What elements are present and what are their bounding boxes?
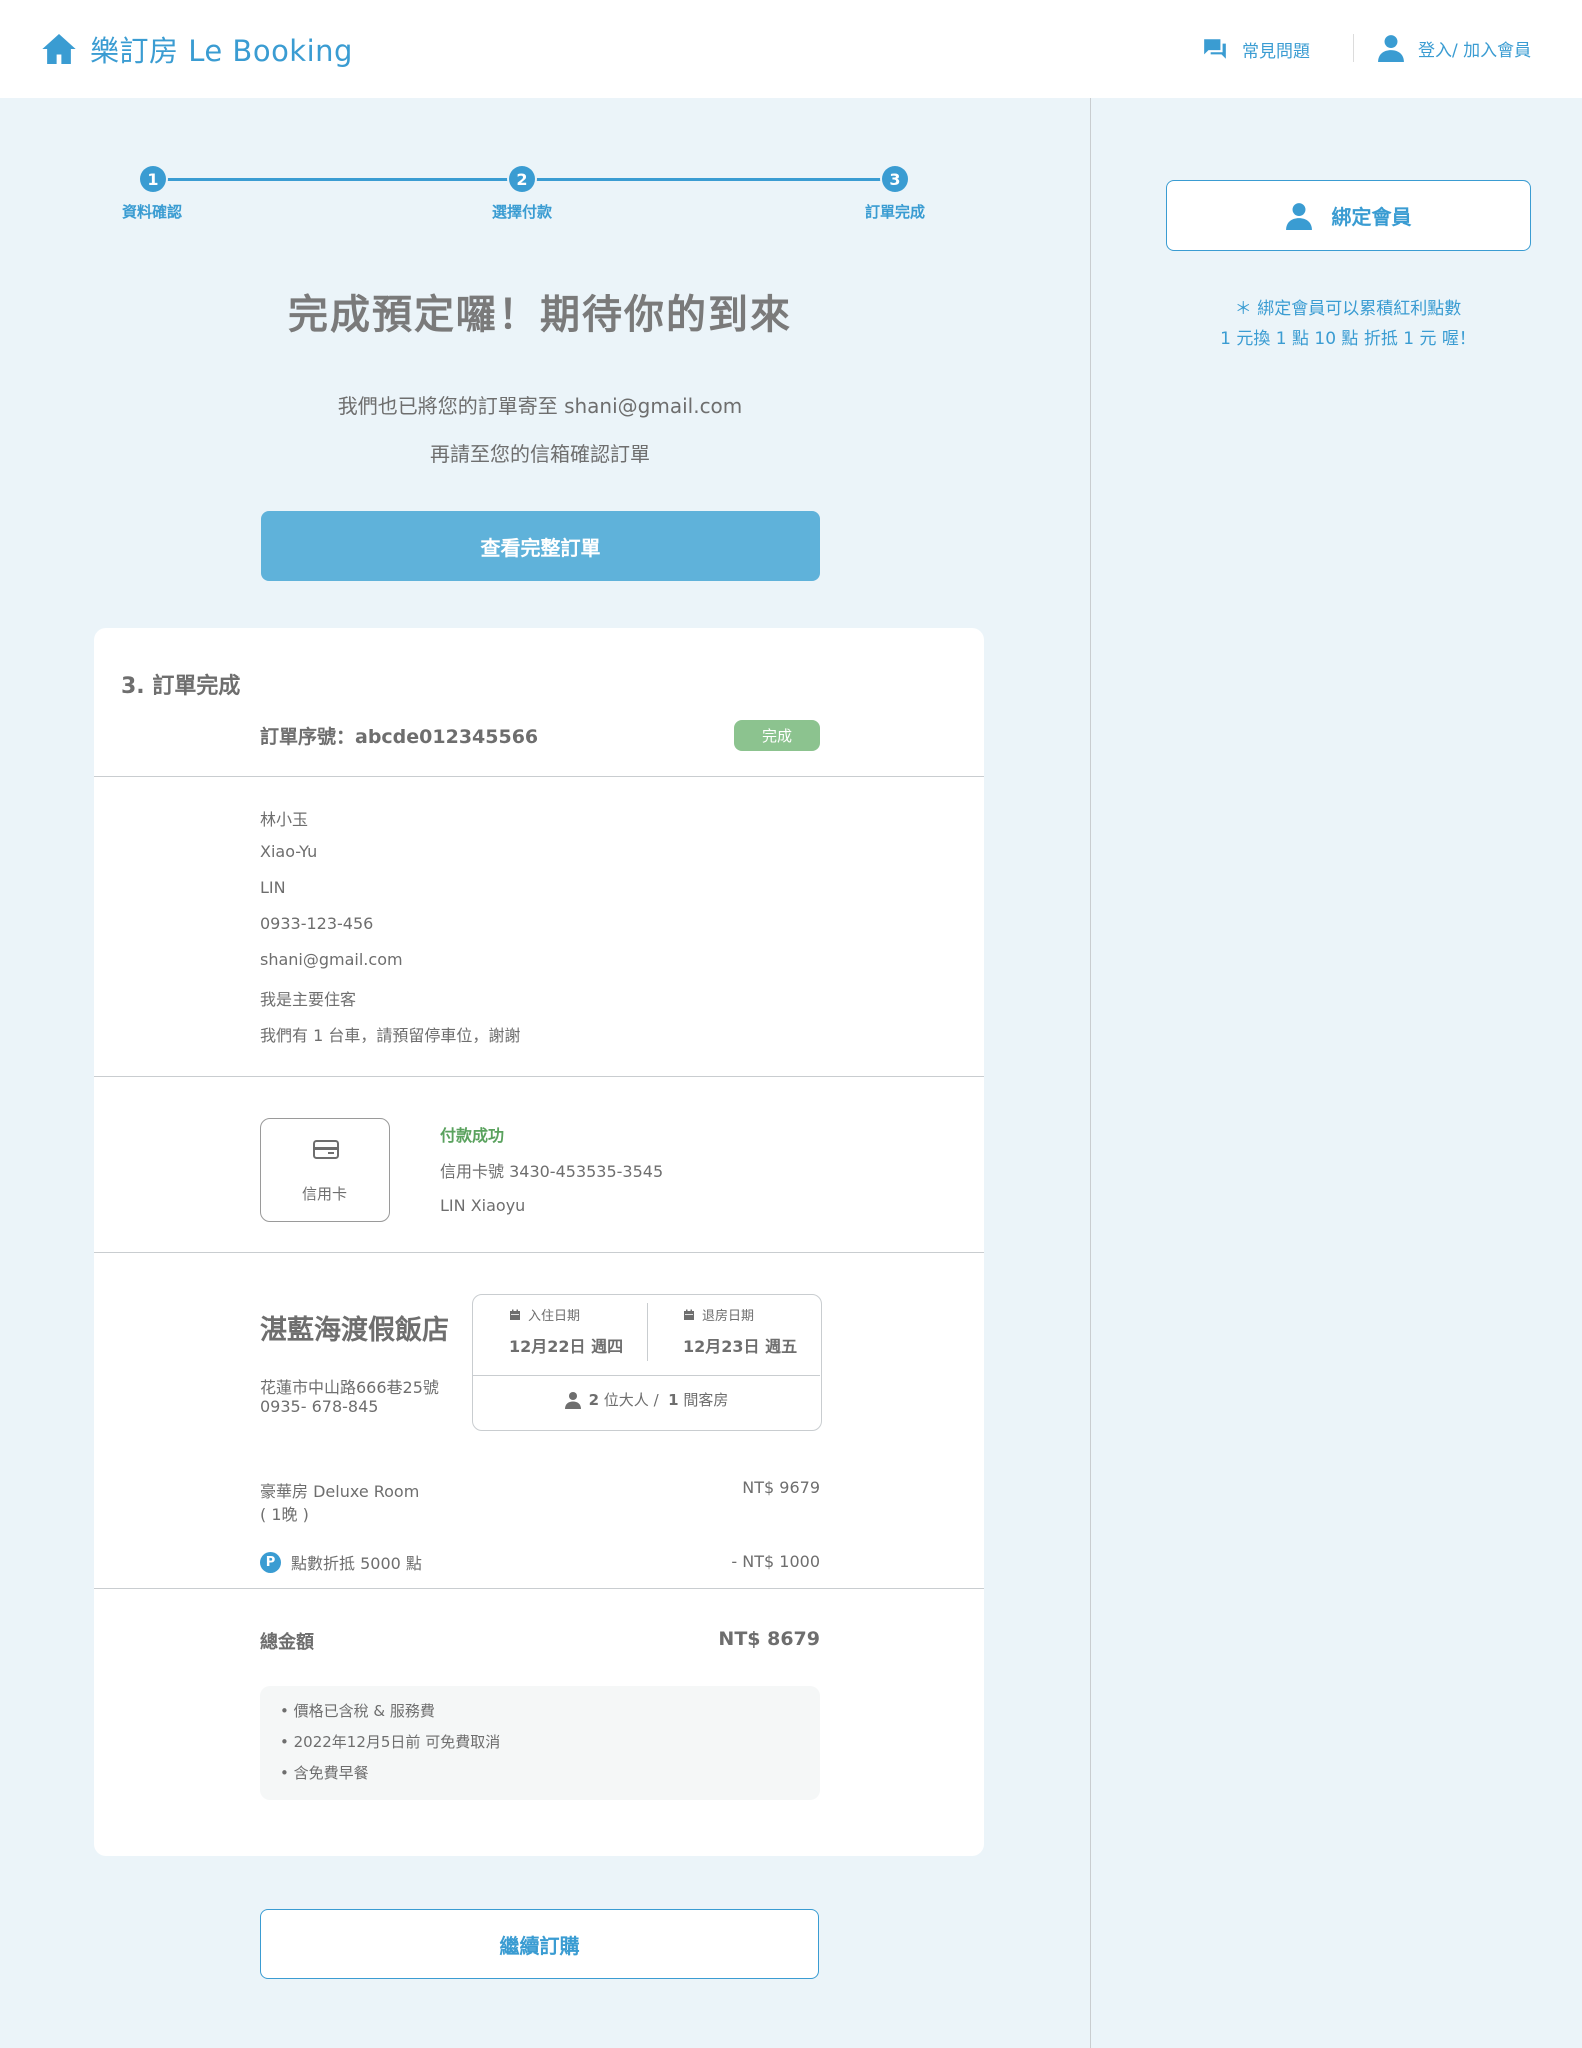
- step-2-label: 選擇付款: [491, 203, 552, 221]
- payment-status: 付款成功: [440, 1126, 505, 1145]
- step-1-dot: 1: [140, 166, 166, 192]
- faq-link[interactable]: 常見問題: [1202, 36, 1310, 62]
- divider: [473, 1375, 820, 1376]
- policy-notes: • 價格已含稅 & 服務費 • 2022年12月5日前 可免費取消 • 含免費早…: [260, 1686, 820, 1800]
- status-badge: 完成: [734, 720, 820, 751]
- user-icon: [1285, 202, 1312, 230]
- guest-phone: 0933-123-456: [260, 914, 374, 933]
- total-label: 總金額: [260, 1632, 314, 1653]
- user-icon: [1378, 35, 1404, 62]
- guest-email: shani@gmail.com: [260, 950, 403, 969]
- hotel-address: 花蓮市中山路666巷25號: [260, 1378, 439, 1397]
- room-nights: ( 1晚 ): [260, 1505, 309, 1524]
- divider: [94, 1588, 984, 1589]
- points-discount: P 點數折抵 5000 點: [260, 1550, 422, 1574]
- bind-member-note: ＊ 綁定會員可以累積紅利點數: [1234, 299, 1462, 319]
- hotel-phone: 0935- 678-845: [260, 1397, 379, 1416]
- guest-note: 我們有 1 台車，請預留停車位，謝謝: [260, 1026, 521, 1045]
- guest-role: 我是主要住客: [260, 990, 357, 1009]
- column-divider: [1090, 98, 1091, 2048]
- room-count: 1: [668, 1390, 679, 1409]
- calendar-icon: [684, 1309, 694, 1320]
- step-1-label: 資料確認: [121, 203, 182, 221]
- login-label: 登入/ 加入會員: [1418, 40, 1532, 61]
- bind-member-button[interactable]: 綁定會員: [1166, 180, 1531, 251]
- note-item: • 價格已含稅 & 服務費: [280, 1702, 435, 1720]
- card-holder: LIN Xiaoyu: [440, 1196, 526, 1215]
- guest-count: 2 位大人 / 1 間客房: [473, 1389, 820, 1410]
- payment-method-box: 信用卡: [260, 1118, 390, 1222]
- continue-booking-button[interactable]: 繼續訂購: [260, 1909, 819, 1979]
- stay-details-box: 入住日期 12月22日 週四 退房日期 12月23日 週五 2 位大人 / 1 …: [472, 1294, 822, 1431]
- view-full-order-button[interactable]: 查看完整訂單: [261, 511, 820, 581]
- top-header: 樂訂房 Le Booking 常見問題 登入/ 加入會員: [0, 0, 1582, 98]
- bind-member-label: 綁定會員: [1331, 205, 1412, 229]
- points-value: - NT$ 1000: [731, 1552, 820, 1571]
- divider: [94, 776, 984, 777]
- home-icon: [42, 33, 76, 65]
- checkout-label-text: 退房日期: [702, 1309, 755, 1324]
- site-logo[interactable]: 樂訂房 Le Booking: [40, 28, 353, 70]
- card-number: 信用卡號 3430-453535-3545: [440, 1162, 664, 1181]
- checkin-date: 12月22日 週四: [509, 1337, 624, 1356]
- total-value: NT$ 8679: [718, 1628, 820, 1650]
- guest-last-name: LIN: [260, 878, 286, 897]
- page-title: 完成預定囉！期待你的到來: [288, 292, 792, 338]
- note-item: • 含免費早餐: [280, 1764, 369, 1782]
- room-name: 豪華房 Deluxe Room: [260, 1482, 420, 1501]
- guest-chinese-name: 林小玉: [260, 810, 309, 829]
- login-link[interactable]: 登入/ 加入會員: [1378, 34, 1531, 62]
- points-label: 點數折抵 5000 點: [291, 1554, 422, 1573]
- divider: [94, 1076, 984, 1077]
- order-card: 3. 訂單完成 訂單序號：abcde012345566 完成 林小玉 Xiao-…: [94, 628, 984, 1856]
- email-notice: 我們也已將您的訂單寄至 shani@gmail.com: [337, 394, 743, 418]
- logo-text: 樂訂房 Le Booking: [90, 34, 353, 68]
- section-title: 3. 訂單完成: [121, 674, 241, 699]
- step-3-dot: 3: [882, 166, 908, 192]
- payment-method-label: 信用卡: [301, 1185, 347, 1203]
- note-item: • 2022年12月5日前 可免費取消: [280, 1733, 501, 1751]
- nav-divider: [1353, 34, 1354, 62]
- faq-label: 常見問題: [1242, 41, 1310, 62]
- step-3-label: 訂單完成: [864, 203, 925, 221]
- points-rule-note: 1 元換 1 點 10 點 折抵 1 元 喔！: [1220, 329, 1476, 349]
- checkin-label-text: 入住日期: [528, 1309, 581, 1324]
- room-price: NT$ 9679: [742, 1478, 820, 1497]
- divider: [647, 1303, 648, 1361]
- checkout-label: 退房日期: [683, 1305, 754, 1324]
- points-icon: P: [260, 1551, 281, 1573]
- adult-label: 位大人 /: [599, 1391, 669, 1409]
- step-2-dot: 2: [509, 166, 535, 192]
- check-email-notice: 再請至您的信箱確認訂單: [430, 442, 650, 466]
- person-icon: [564, 1391, 581, 1409]
- adult-count: 2: [588, 1390, 600, 1409]
- order-number: 訂單序號：abcde012345566: [260, 726, 539, 748]
- credit-card-icon: [313, 1140, 339, 1159]
- checkin-label: 入住日期: [509, 1305, 580, 1324]
- room-label: 間客房: [678, 1391, 729, 1409]
- divider: [94, 1252, 984, 1253]
- chat-icon: [1204, 39, 1226, 59]
- guest-first-name: Xiao-Yu: [260, 842, 318, 861]
- calendar-icon: [510, 1309, 520, 1320]
- checkout-date: 12月23日 週五: [683, 1337, 798, 1356]
- hotel-name: 湛藍海渡假飯店: [260, 1315, 449, 1346]
